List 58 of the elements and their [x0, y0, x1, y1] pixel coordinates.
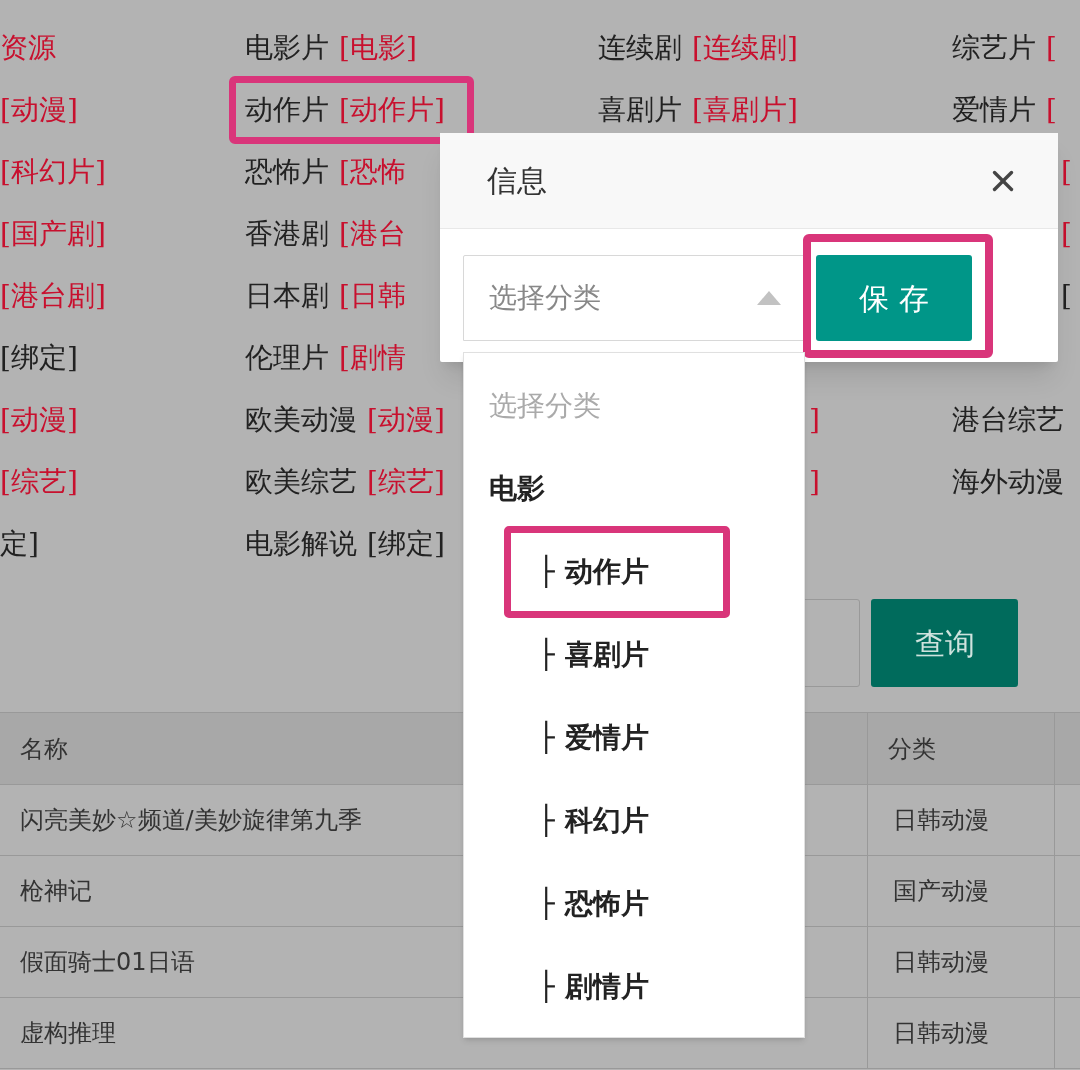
category-name: 爱情片: [952, 96, 1036, 124]
category-tag: [国产剧]: [0, 220, 106, 248]
caret-up-icon: [756, 290, 782, 306]
save-button[interactable]: 保 存: [816, 255, 972, 341]
table-cell-text: 假面骑士01日语: [20, 947, 195, 978]
table-cell-text: 枪神记: [20, 876, 92, 907]
table-cell-text: 日韩动漫: [893, 1018, 989, 1049]
category-name: 动作片: [245, 96, 329, 124]
category-name: 电影片: [245, 34, 329, 62]
table-cell-text: 日韩动漫: [893, 947, 989, 978]
category-tag: [: [1046, 96, 1057, 124]
table-cell-text: 国产动漫: [893, 876, 989, 907]
category-tag: [动漫]: [367, 406, 445, 434]
category-tag: 资源: [0, 34, 56, 62]
category-tag: [绑定]: [367, 530, 445, 558]
category-tag: ]: [809, 468, 820, 496]
category-tag: [综艺]: [0, 468, 78, 496]
category-tag: [综艺]: [367, 468, 445, 496]
category-tag: [: [1061, 158, 1072, 186]
table-cell-text: 虚构推理: [20, 1018, 116, 1049]
column-header: 名称: [20, 733, 68, 765]
category-tag: 定]: [0, 530, 39, 558]
category-select[interactable]: 选择分类: [463, 255, 805, 341]
category-name: 喜剧片: [598, 96, 682, 124]
category-tag: [港台剧]: [0, 282, 106, 310]
category-name: 综艺片: [952, 34, 1036, 62]
category-name: 港台综艺: [952, 406, 1064, 434]
category-tag: [: [1046, 34, 1057, 62]
category-tag: ]: [809, 406, 820, 434]
category-tag: [: [1061, 220, 1072, 248]
category-name: 恐怖片: [245, 158, 329, 186]
option-group-label: 电影: [488, 470, 546, 507]
category-tag: [绑定]: [0, 344, 78, 372]
dialog-title: 信息: [487, 162, 547, 200]
category-tag: [港台: [339, 220, 406, 248]
category-name: 伦理片: [245, 344, 329, 372]
search-button[interactable]: 查询: [871, 599, 1018, 687]
table-cell-text: 日韩动漫: [893, 805, 989, 836]
category-tag: [电影]: [339, 34, 417, 62]
category-name: 日本剧: [245, 282, 329, 310]
category-name: 欧美综艺: [245, 468, 357, 496]
category-name: 海外动漫: [952, 468, 1064, 496]
category-tag: [剧情: [339, 344, 406, 372]
category-tag: [喜剧片]: [692, 96, 798, 124]
category-tag: [动作片]: [339, 96, 445, 124]
category-name: 欧美动漫: [245, 406, 357, 434]
category-tag: [动漫]: [0, 96, 78, 124]
category-tag: [日韩: [339, 282, 406, 310]
category-name: 香港剧: [245, 220, 329, 248]
category-name: 电影解说: [245, 530, 357, 558]
category-tag: [连续剧]: [692, 34, 798, 62]
category-tag: [恐怖: [339, 158, 406, 186]
column-header: 分类: [888, 733, 936, 765]
category-tag: [动漫]: [0, 406, 78, 434]
table-cell-text: 闪亮美妙☆频道/美妙旋律第九季: [20, 805, 362, 836]
category-tag: [科幻片]: [0, 158, 106, 186]
category-name: 连续剧: [598, 34, 682, 62]
category-tag: [: [1061, 282, 1072, 310]
